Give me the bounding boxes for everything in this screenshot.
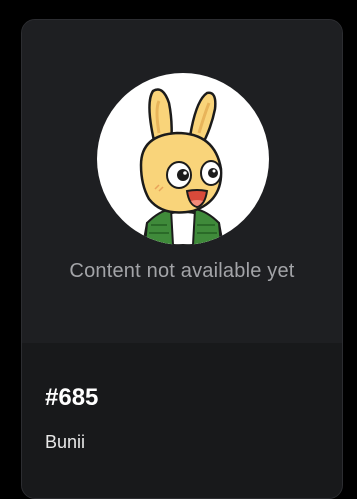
token-name: Bunii — [45, 432, 86, 452]
avatar — [97, 73, 269, 245]
card-media: Content not available yet — [22, 20, 342, 343]
bunny-character-avatar-icon — [139, 88, 225, 245]
token-id: #685 — [45, 384, 99, 411]
card-info: #685 Bunii — [22, 343, 342, 498]
nft-card[interactable]: Content not available yet #685 Bunii — [21, 19, 343, 499]
content-unavailable-message: Content not available yet — [69, 260, 295, 282]
